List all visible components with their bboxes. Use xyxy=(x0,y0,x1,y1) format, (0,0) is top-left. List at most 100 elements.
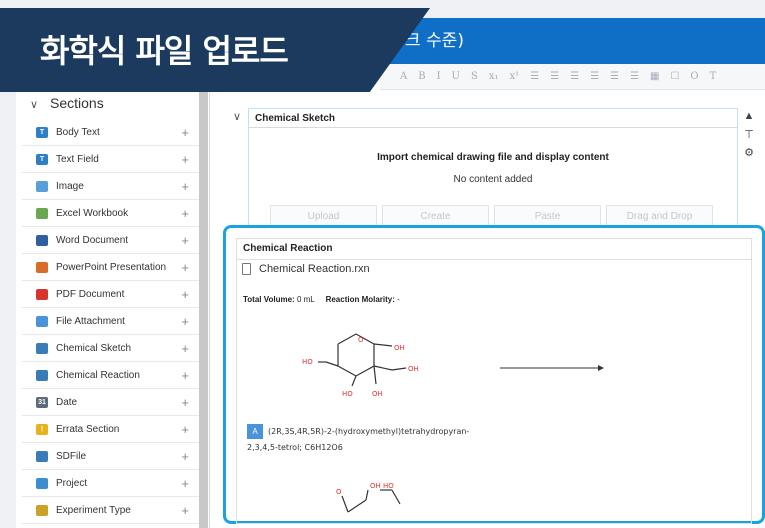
add-icon[interactable]: + xyxy=(181,179,189,194)
toolbar-button[interactable]: T xyxy=(710,71,717,82)
sidebar-item-label: File Attachment xyxy=(56,315,125,327)
sidebar-item-label: Excel Workbook xyxy=(56,207,129,219)
add-icon[interactable]: + xyxy=(181,422,189,437)
reactant-badge: A xyxy=(247,424,263,439)
sketch-tools: ▲ ⊤ ⚙ xyxy=(738,110,760,164)
atom-label: HO xyxy=(342,390,353,398)
powerpoint-icon xyxy=(36,261,48,273)
toolbar-button[interactable]: ☰ xyxy=(530,71,539,82)
add-icon[interactable]: + xyxy=(181,449,189,464)
add-icon[interactable]: + xyxy=(181,287,189,302)
reaction-arrow xyxy=(500,365,604,371)
sidebar-item-powerpoint-presentation[interactable]: PowerPoint Presentation + xyxy=(22,254,199,281)
paste-button[interactable]: Paste xyxy=(494,205,601,227)
product-structure-partial: O OH HO xyxy=(336,482,401,513)
sidebar-item-excel-workbook[interactable]: Excel Workbook + xyxy=(22,200,199,227)
sidebar-item-project[interactable]: Project + xyxy=(22,470,199,497)
reactant-name: (2R,3S,4R,5R)-2-(hydroxymethyl)tetrahydr… xyxy=(268,427,470,436)
toolbar-button[interactable]: ▦ xyxy=(650,71,659,82)
reactant-structure: O HO OH OH HO OH xyxy=(302,333,419,398)
gear-icon[interactable]: ⚙ xyxy=(738,146,760,164)
toolbar-button[interactable]: O xyxy=(690,71,698,82)
add-icon[interactable]: + xyxy=(181,368,189,383)
toolbar-button[interactable]: ☰ xyxy=(610,71,619,82)
sidebar-item-chemical-reaction[interactable]: Chemical Reaction + xyxy=(22,362,199,389)
sidebar-item-text-field[interactable]: T Text Field + xyxy=(22,146,199,173)
reaction-file-name[interactable]: Chemical Reaction.rxn xyxy=(259,263,370,275)
reactant-name-cont: 2,3,4,5-tetrol; C6H12O6 xyxy=(247,443,343,452)
atom-label: OH xyxy=(372,390,383,398)
editor-toolbar: A B I U Sx₁ x¹ ☰ ☰ ☰ ☰ ☰ ☰ ▦ ☐ O T xyxy=(380,64,765,90)
text-field-icon: T xyxy=(36,153,48,165)
sidebar-item-label: SDFile xyxy=(56,450,87,462)
molarity-label: Reaction Molarity: xyxy=(325,295,395,304)
add-icon[interactable]: + xyxy=(181,314,189,329)
sidebar-item-pdf-document[interactable]: PDF Document + xyxy=(22,281,199,308)
toolbar-button[interactable]: B xyxy=(418,71,425,82)
add-icon[interactable]: + xyxy=(181,395,189,410)
toolbar-button[interactable]: S xyxy=(471,71,478,82)
add-icon[interactable]: + xyxy=(181,152,189,167)
file-icon xyxy=(242,263,251,275)
sdfile-icon xyxy=(36,450,48,462)
sections-heading: Sections xyxy=(50,95,104,111)
sidebar-item-experiment-type[interactable]: Experiment Type + xyxy=(22,497,199,524)
sidebar-item-label: Experiment Type xyxy=(56,504,131,516)
sidebar-item-body-text[interactable]: T Body Text + xyxy=(22,119,199,146)
pdf-icon xyxy=(36,288,48,300)
chevron-down-icon: ∨ xyxy=(30,99,39,111)
sidebar-item-errata-section[interactable]: ! Errata Section + xyxy=(22,416,199,443)
chemical-sketch-icon xyxy=(36,342,48,354)
create-button[interactable]: Create xyxy=(382,205,489,227)
excel-icon xyxy=(36,207,48,219)
add-icon[interactable]: + xyxy=(181,260,189,275)
sidebar-item-label: PowerPoint Presentation xyxy=(56,261,167,273)
chemical-reaction-icon xyxy=(36,369,48,381)
chemical-reaction-header: Chemical Reaction xyxy=(236,238,752,260)
sidebar-item-label: Image xyxy=(56,180,84,192)
add-icon[interactable]: + xyxy=(181,476,189,491)
pin-icon[interactable]: ⊤ xyxy=(738,128,760,146)
sketch-buttons: Upload Create Paste Drag and Drop xyxy=(270,205,713,227)
add-icon[interactable]: + xyxy=(181,341,189,356)
sidebar-item-sdfile[interactable]: SDFile + xyxy=(22,443,199,470)
sidebar-item-image[interactable]: Image + xyxy=(22,173,199,200)
sidebar-scrollbar[interactable] xyxy=(199,90,208,528)
sections-list: T Body Text + T Text Field + Image + Excel Workb… xyxy=(22,119,199,524)
toolbar-button[interactable]: I xyxy=(437,71,441,82)
add-icon[interactable]: + xyxy=(181,503,189,518)
toolbar-button[interactable]: x¹ xyxy=(510,71,520,82)
svg-text:O: O xyxy=(358,336,364,344)
sidebar-item-date[interactable]: 31 Date + xyxy=(22,389,199,416)
toolbar-button[interactable]: A xyxy=(400,71,407,82)
chemical-sketch-header: Chemical Sketch xyxy=(248,108,738,128)
toolbar-button[interactable]: U xyxy=(452,71,460,82)
chevron-down-icon[interactable]: ∨ xyxy=(233,110,241,123)
sidebar-item-label: Word Document xyxy=(56,234,129,246)
add-icon[interactable]: + xyxy=(181,125,189,140)
toolbar-button[interactable]: x₁ xyxy=(489,71,499,82)
file-attachment-icon xyxy=(36,315,48,327)
toolbar-button[interactable]: ☰ xyxy=(550,71,559,82)
atom-label: OH xyxy=(394,344,405,352)
upload-button[interactable]: Upload xyxy=(270,205,377,227)
app-screen: 크 수준) A B I U Sx₁ x¹ ☰ ☰ ☰ ☰ ☰ ☰ ▦ ☐ O T ∨ Sections T Bod… xyxy=(0,0,765,528)
toolbar-button[interactable]: ☐ xyxy=(670,71,679,82)
toolbar-button[interactable]: ☰ xyxy=(590,71,599,82)
atom-label: O xyxy=(336,488,342,496)
add-icon[interactable]: + xyxy=(181,233,189,248)
stamp-icon[interactable]: ▲ xyxy=(738,110,760,128)
toolbar-button[interactable]: ☰ xyxy=(570,71,579,82)
sidebar-item-label: Body Text xyxy=(56,126,100,138)
sidebar-item-file-attachment[interactable]: File Attachment + xyxy=(22,308,199,335)
sidebar-item-word-document[interactable]: Word Document + xyxy=(22,227,199,254)
sidebar-item-label: Chemical Reaction xyxy=(56,369,140,381)
tag-icon xyxy=(36,504,48,516)
drag-drop-button[interactable]: Drag and Drop xyxy=(606,205,713,227)
add-icon[interactable]: + xyxy=(181,206,189,221)
sections-header[interactable]: ∨ Sections xyxy=(30,95,104,111)
chemical-sketch-title: Chemical Sketch xyxy=(255,113,336,124)
import-instruction: Import chemical drawing file and display… xyxy=(377,152,609,163)
sidebar-item-chemical-sketch[interactable]: Chemical Sketch + xyxy=(22,335,199,362)
toolbar-button[interactable]: ☰ xyxy=(630,71,639,82)
